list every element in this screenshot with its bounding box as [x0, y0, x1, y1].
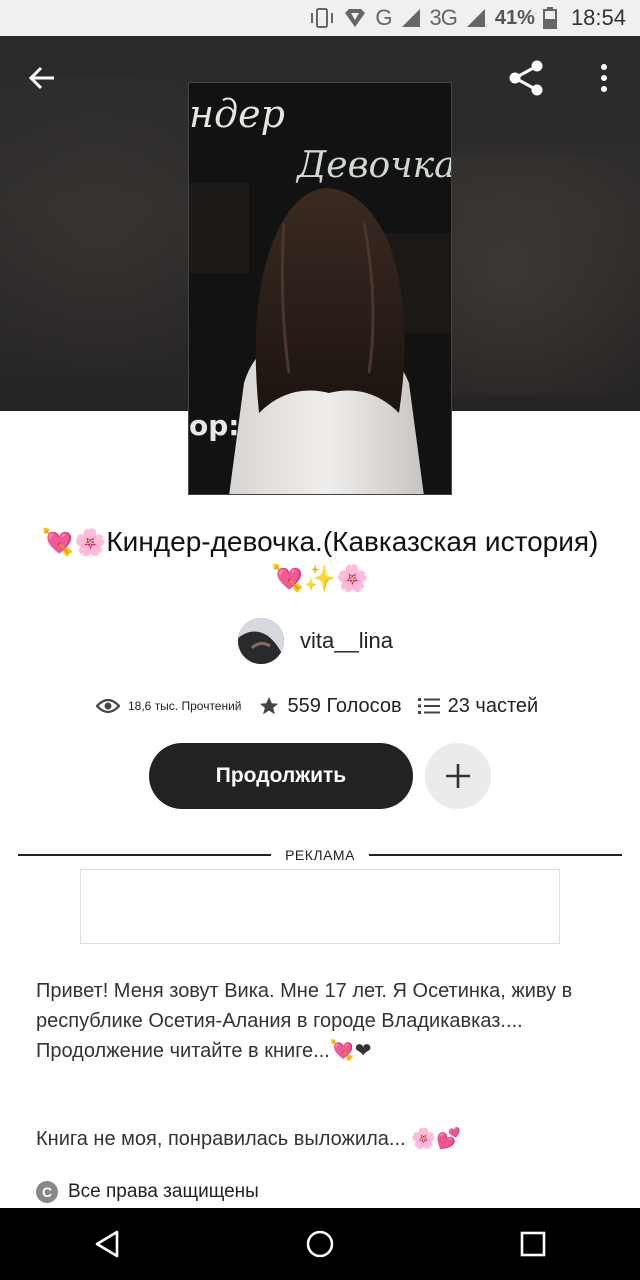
parts-stat: 23 частей — [417, 694, 539, 718]
battery-percent: 41% — [494, 6, 535, 29]
title-text: Киндер-девочка.(Кавказская история) — [106, 526, 599, 557]
system-navigation-bar — [0, 1208, 640, 1280]
description-paragraph-1: Привет! Меня зовут Вика. Мне 17 лет. Я О… — [36, 980, 573, 1062]
continue-reading-button[interactable]: Продолжить — [149, 743, 413, 809]
author-link[interactable]: vita__lina — [238, 618, 393, 664]
network-3g-label: 3G — [429, 5, 458, 30]
network-g-label: G — [375, 5, 392, 30]
square-recents-icon — [521, 1231, 546, 1257]
more-vertical-icon — [601, 64, 607, 92]
plus-icon — [446, 764, 470, 788]
signal-icon-2 — [465, 8, 487, 28]
copyright-notice: C Все права защищены — [36, 1181, 259, 1203]
copyright-label: Все права защищены — [68, 1181, 259, 1202]
eye-icon — [96, 698, 120, 714]
cover-title-top: ндер — [189, 92, 285, 136]
title-emoji-end: 💘✨🌸 — [271, 563, 369, 593]
avatar — [238, 618, 284, 664]
reads-stat: 18,6 тыс. Прочтений — [96, 698, 242, 714]
author-name: vita__lina — [300, 628, 393, 653]
add-to-library-button[interactable] — [425, 743, 491, 809]
votes-stat: 559 Голосов — [258, 695, 402, 718]
copyright-icon: C — [36, 1181, 58, 1203]
nav-home-button[interactable] — [290, 1214, 350, 1274]
status-bar: G 3G 41% 18:54 — [0, 0, 640, 36]
story-title: 💘🌸Киндер-девочка.(Кавказская история) 💘✨🌸 — [40, 524, 600, 596]
nav-back-button[interactable] — [77, 1214, 137, 1274]
parts-count: 23 частей — [447, 694, 539, 717]
circle-home-icon — [306, 1230, 334, 1258]
title-emoji-start: 💘🌸 — [41, 527, 107, 557]
clock: 18:54 — [570, 5, 626, 30]
description-paragraph-2: Книга не моя, понравилась выложила... 🌸💕 — [36, 1128, 461, 1150]
arrow-left-icon — [28, 66, 54, 90]
back-button[interactable] — [18, 54, 66, 102]
vibrate-icon — [309, 7, 335, 29]
story-description: Привет! Меня зовут Вика. Мне 17 лет. Я О… — [36, 976, 616, 1154]
ad-label: РЕКЛАМА — [285, 847, 355, 863]
book-cover[interactable]: ндер Девочка op: — [188, 82, 452, 495]
signal-icon — [400, 8, 422, 28]
ad-slot[interactable] — [80, 869, 560, 944]
votes-count: 559 Голосов — [287, 694, 402, 717]
star-icon — [259, 696, 278, 715]
triangle-back-icon — [95, 1230, 118, 1258]
story-stats: 18,6 тыс. Прочтений 559 Голосов 23 часте… — [96, 690, 554, 722]
reads-count: 18,6 тыс. Прочтений — [128, 699, 242, 713]
more-options-button[interactable] — [580, 54, 628, 102]
list-icon — [417, 698, 440, 714]
cover-title-mid: Девочка — [295, 145, 452, 186]
data-saver-icon — [343, 7, 367, 29]
cover-title-bottom: op: — [189, 409, 239, 442]
nav-recents-button[interactable] — [503, 1214, 563, 1274]
battery-icon — [542, 7, 557, 29]
share-button[interactable] — [502, 54, 550, 102]
ad-divider: РЕКЛАМА — [18, 844, 623, 866]
share-icon — [509, 60, 543, 96]
